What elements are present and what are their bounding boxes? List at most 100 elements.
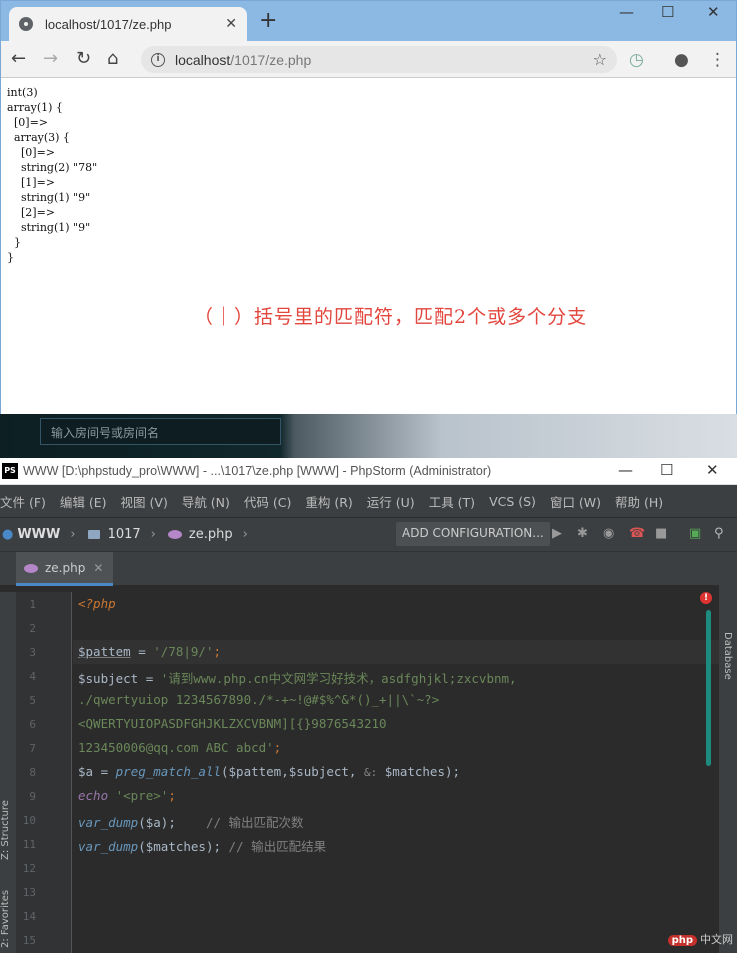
breadcrumb-folder[interactable]: 1017 <box>87 527 141 542</box>
semicolon: ; <box>168 788 176 803</box>
menu-item-8[interactable]: VCS (S) <box>489 494 536 509</box>
breadcrumb-file[interactable]: ze.php <box>167 527 233 542</box>
output-line: [0]=> <box>7 116 49 129</box>
string-literal: '请到www.php.cn中文网学习好技术，asdfghjkl;zxcvbnm, <box>160 671 517 686</box>
ide-close-button[interactable]: ✕ <box>706 461 719 479</box>
menu-item-9[interactable]: 窗口 (W) <box>550 492 601 511</box>
string-literal: '/78|9/' <box>153 644 214 659</box>
output-line: int(3) <box>7 86 38 99</box>
code-line-4: $subject = '请到www.php.cn中文网学习好技术，asdfghj… <box>78 668 517 687</box>
file-tab-ze-php[interactable]: ze.php ✕ <box>16 552 114 586</box>
browser-tab[interactable]: localhost/1017/ze.php ✕ <box>9 7 247 41</box>
function-call: preg_match_all <box>115 764 221 779</box>
new-tab-button[interactable]: + <box>259 10 277 32</box>
editor-scrollbar[interactable] <box>706 610 711 766</box>
room-search-input[interactable]: 输入房间号或房间名 <box>40 418 281 445</box>
tab-title: localhost/1017/ze.php <box>45 16 172 32</box>
args: ($a); <box>138 815 176 830</box>
menu-item-3[interactable]: 导航 (N) <box>182 492 230 511</box>
line-number: 2 <box>29 622 36 635</box>
menu-item-1[interactable]: 编辑 (E) <box>60 492 107 511</box>
stop-icon[interactable]: ■ <box>655 526 667 541</box>
var-pattem: $pattem <box>78 644 131 659</box>
menu-item-0[interactable]: 文件 (F) <box>0 492 46 511</box>
ide-maximize-button[interactable]: ☐ <box>660 461 673 479</box>
url-path: /1017/ze.php <box>230 51 312 68</box>
add-configuration-button[interactable]: ADD CONFIGURATION... <box>396 522 550 546</box>
string-literal: 123450006@qq.com ABC abcd' <box>78 740 274 755</box>
breadcrumb-project[interactable]: ● WWW <box>2 527 60 542</box>
file-tab-close-icon[interactable]: ✕ <box>93 561 103 575</box>
chevron-right-icon: › <box>70 527 76 542</box>
run-icon[interactable]: ▶ <box>552 526 562 541</box>
output-line: [0]=> <box>7 146 56 159</box>
args: ($matches); <box>138 839 222 854</box>
menu-kebab-icon[interactable]: ⋮ <box>709 50 726 70</box>
chevron-right-icon: › <box>150 527 156 542</box>
var-dump-output: int(3) array(1) { [0]=> array(3) { [0]=> … <box>7 85 97 265</box>
line-number: 5 <box>29 694 36 707</box>
output-line: [1]=> <box>7 176 56 189</box>
var-a: $a <box>78 764 94 779</box>
code-line-6: <QWERTYUIOPASDFGHJKLZXCVBNM][{}987654321… <box>78 716 387 731</box>
tab-strip: localhost/1017/ze.php ✕ + — ☐ ✕ <box>1 1 736 41</box>
var-subject: $subject <box>78 671 139 686</box>
error-indicator-icon[interactable]: ! <box>700 592 712 604</box>
maximize-button[interactable]: ☐ <box>661 3 674 21</box>
page-content: int(3) array(1) { [0]=> array(3) { [0]=> … <box>1 78 736 414</box>
string-literal: <QWERTYUIOPASDFGHJKLZXCVBNM][{}987654321… <box>78 716 387 731</box>
code-editor[interactable]: 1 2 3 4 5 6 7 8 9 10 11 12 13 14 15 <?php $pattem = '/… <box>16 592 719 953</box>
listen-debug-icon[interactable]: ☎ <box>629 526 645 541</box>
args: ($pattem,$subject, <box>221 764 364 779</box>
ide-menubar: 文件 (F) 编辑 (E) 视图 (V) 导航 (N) 代码 (C) 重构 (R) 运行 (… <box>0 485 737 517</box>
line-number: 3 <box>29 646 36 659</box>
keyword-echo: echo <box>78 788 109 803</box>
favorites-tool-button[interactable]: 2: Favorites <box>0 890 11 948</box>
info-icon[interactable]: i <box>151 52 165 67</box>
output-line: } <box>7 236 21 249</box>
reload-icon[interactable]: ↻ <box>76 48 91 69</box>
comment: // 输出匹配次数 <box>175 815 304 830</box>
menu-item-7[interactable]: 工具 (T) <box>429 492 475 511</box>
structure-tool-button[interactable]: Z: Structure <box>0 800 11 860</box>
menu-item-6[interactable]: 运行 (U) <box>367 492 415 511</box>
menu-item-10[interactable]: 帮助 (H) <box>615 492 663 511</box>
profile-icon[interactable]: ● <box>674 50 689 70</box>
watermark: php 中文网 <box>667 931 733 947</box>
annotation-note: （｜）括号里的匹配符，匹配2个或多个分支 <box>194 306 588 328</box>
url-text: localhost/1017/ze.php <box>175 52 311 68</box>
forward-arrow-icon[interactable]: → <box>43 48 58 69</box>
php-file-icon <box>167 530 182 539</box>
output-line: array(3) { <box>7 131 70 144</box>
output-line: } <box>7 251 14 264</box>
output-line: [2]=> <box>7 206 56 219</box>
minimize-button[interactable]: — <box>619 3 634 21</box>
database-tool-button[interactable]: Database <box>722 632 733 680</box>
bookmark-star-icon[interactable]: ☆ <box>593 50 607 69</box>
menu-item-4[interactable]: 代码 (C) <box>244 492 291 511</box>
url-host: localhost <box>175 51 231 68</box>
close-window-button[interactable]: ✕ <box>707 3 720 21</box>
comment: // 输出匹配结果 <box>221 839 327 854</box>
menu-item-5[interactable]: 重构 (R) <box>305 492 352 511</box>
home-icon[interactable]: ⌂ <box>107 48 118 69</box>
terminal-icon[interactable]: ▣ <box>689 526 701 541</box>
browser-toolbar: ← → ↻ ⌂ i localhost/1017/ze.php ☆ ◷ ● ⋮ <box>1 41 736 78</box>
back-arrow-icon[interactable]: ← <box>11 48 26 69</box>
globe-icon <box>19 17 33 31</box>
address-bar[interactable]: i localhost/1017/ze.php ☆ <box>141 46 617 73</box>
tab-close-icon[interactable]: ✕ <box>225 16 237 32</box>
coverage-icon[interactable]: ◉ <box>603 526 614 541</box>
ide-minimize-button[interactable]: — <box>618 461 633 479</box>
code-line-1: <?php <box>78 596 116 611</box>
search-icon[interactable]: ⚲ <box>714 526 724 541</box>
code-line-7: 123450006@qq.com ABC abcd'; <box>78 740 281 755</box>
project-icon: ● <box>2 527 14 542</box>
function-call: var_dump <box>78 839 139 854</box>
debug-icon[interactable]: ✱ <box>577 526 588 541</box>
extension-clock-icon[interactable]: ◷ <box>629 50 644 70</box>
line-number: 13 <box>22 886 36 899</box>
op: = <box>138 671 161 686</box>
menu-item-2[interactable]: 视图 (V) <box>121 492 168 511</box>
code-line-9: echo '<pre>'; <box>78 788 176 803</box>
